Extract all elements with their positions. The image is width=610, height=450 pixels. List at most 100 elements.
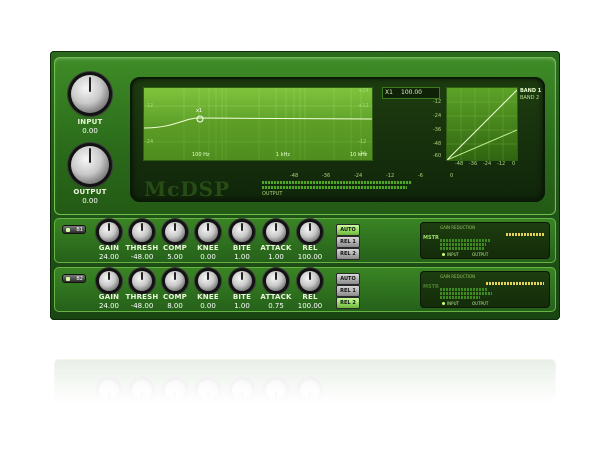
band-1-gain-reduction-panel: MSTR GAIN REDUCTION INPUT OUTPUT [420, 222, 550, 259]
reflection-knob [232, 380, 252, 400]
band-2-bite-knob[interactable] [232, 271, 252, 291]
reflection-knob [132, 380, 152, 400]
comp-left-tick: -12 [433, 99, 442, 105]
output-value: 0.00 [82, 197, 98, 205]
band-1-comp-knob[interactable] [165, 222, 185, 242]
meter-tick: -48 [290, 173, 299, 179]
input-label: INPUT [77, 118, 103, 126]
meter-tick: -36 [322, 173, 331, 179]
band-2-enable-button[interactable]: B2 [62, 274, 86, 283]
band-1-auto-button[interactable]: AUTO [336, 224, 360, 236]
band-1-gain-knob[interactable] [99, 222, 119, 242]
reflection-knob [300, 380, 320, 400]
band-1-rel2-button[interactable]: REL 2 [336, 248, 360, 260]
eq-right-tick: +12 [358, 103, 369, 109]
comp-bottom-tick: -36 [469, 161, 478, 167]
input-knob[interactable] [71, 75, 109, 113]
band-1-meter-b [440, 243, 486, 246]
comp-left-tick: -60 [433, 153, 442, 159]
band-2-input-dot[interactable] [442, 302, 445, 305]
parameter-readout[interactable]: X1 100.00 [382, 87, 440, 99]
eq-left-tick: -12 [145, 103, 154, 109]
band-2-attack-knob[interactable] [266, 271, 286, 291]
output-meter-right [262, 186, 407, 189]
eq-curve [144, 88, 372, 160]
readout-name: X1 [385, 89, 393, 96]
comp-left-tick: -48 [433, 141, 442, 147]
band-1-strip: B1 GAIN THRESH COMP KNEE BITE ATTACK REL… [54, 218, 556, 263]
band-1-output-label: OUTPUT [472, 252, 489, 257]
band-2-thresh-knob[interactable] [132, 271, 152, 291]
rel-label: REL [302, 293, 318, 301]
band-2-meter-b [440, 292, 492, 295]
eq-left-tick: -24 [145, 139, 154, 145]
comp-bottom-tick: -48 [455, 161, 464, 167]
band-2-knee-knob[interactable] [198, 271, 218, 291]
band-2-meter-c [440, 296, 480, 299]
band-1-bite-knob[interactable] [232, 222, 252, 242]
band-1-rel1-button[interactable]: REL 1 [336, 236, 360, 248]
comp-left-tick: -36 [433, 127, 442, 133]
comp-left-tick: -24 [433, 113, 442, 119]
output-label: OUTPUT [73, 188, 107, 196]
band-2-strip: B2 GAIN THRESH COMP KNEE BITE ATTACK REL… [54, 267, 556, 312]
reflection-knob [99, 380, 119, 400]
band-1-input-dot[interactable] [442, 253, 445, 256]
band-2-gain-knob[interactable] [99, 271, 119, 291]
reflection-band [54, 359, 556, 404]
eq-curve-graph[interactable]: x1 -12 -24 +24 +12 -12 -24 100 Hz 1 kHz … [143, 87, 373, 161]
reflection-knob [266, 380, 286, 400]
compression-curve [447, 88, 517, 160]
band-1-rel-value: 100.00 [297, 253, 323, 261]
band-2-gr-meter [486, 282, 544, 285]
band-2-gain-reduction-panel: MSTR GAIN REDUCTION INPUT OUTPUT [420, 271, 550, 308]
eq-freq-label: 10 kHz [350, 152, 368, 158]
band-2-output-label: OUTPUT [472, 301, 489, 306]
band-2-label: BAND 2 [520, 95, 540, 101]
meter-tick: 0 [450, 173, 454, 179]
band-2-meter-a [440, 288, 488, 291]
band-2-rel-knob[interactable] [300, 271, 320, 291]
eq-right-tick: +24 [358, 88, 369, 94]
output-meter-left [262, 181, 412, 184]
band-1-mstr-label: MSTR [423, 235, 439, 241]
comp-bottom-tick: 0 [512, 161, 516, 167]
output-knob[interactable] [71, 146, 109, 184]
band-1-gr-meter [506, 233, 544, 236]
reflection-knob [198, 380, 218, 400]
band-2-comp-knob[interactable] [165, 271, 185, 291]
eq-point-label: x1 [196, 108, 203, 114]
band-1-thresh-knob[interactable] [132, 222, 152, 242]
band-1-knee-knob[interactable] [198, 222, 218, 242]
eq-right-tick: -12 [358, 139, 367, 145]
band-2-auto-button[interactable]: AUTO [336, 273, 360, 285]
band-1-meter-c [440, 247, 484, 250]
band-1-rel-knob[interactable] [300, 222, 320, 242]
rel-label: REL [302, 244, 318, 252]
compressor-plugin: INPUT 0.00 OUTPUT 0.00 x1 -12 -24 +24 +1… [50, 51, 560, 320]
band-1-gr-title: GAIN REDUCTION [440, 225, 476, 230]
meter-tick: -12 [386, 173, 395, 179]
band-1-meter-a [440, 239, 490, 242]
top-panel: INPUT 0.00 OUTPUT 0.00 x1 -12 -24 +24 +1… [54, 57, 556, 215]
output-meter-label: OUTPUT [262, 191, 283, 197]
comp-bottom-tick: -12 [497, 161, 506, 167]
eq-freq-label: 100 Hz [192, 152, 210, 158]
band-2-input-label: INPUT [447, 301, 459, 306]
readout-value: 100.00 [401, 89, 422, 96]
band-1-input-label: INPUT [447, 252, 459, 257]
eq-freq-label: 1 kHz [276, 152, 291, 158]
band-2-gr-title: GAIN REDUCTION [440, 274, 476, 279]
band-1-attack-knob[interactable] [266, 222, 286, 242]
band-1-enable-button[interactable]: B1 [62, 225, 86, 234]
band-2-rel2-button[interactable]: REL 2 [336, 297, 360, 309]
compression-curve-graph [446, 87, 518, 161]
meter-tick: -6 [418, 173, 423, 179]
band-2-mstr-label: MSTR [423, 284, 439, 290]
comp-bottom-tick: -24 [483, 161, 492, 167]
plugin-reflection [50, 324, 560, 404]
input-value: 0.00 [82, 127, 98, 135]
band-2-rel1-button[interactable]: REL 1 [336, 285, 360, 297]
band-1-label: BAND 1 [520, 88, 542, 94]
meter-tick: -24 [354, 173, 363, 179]
